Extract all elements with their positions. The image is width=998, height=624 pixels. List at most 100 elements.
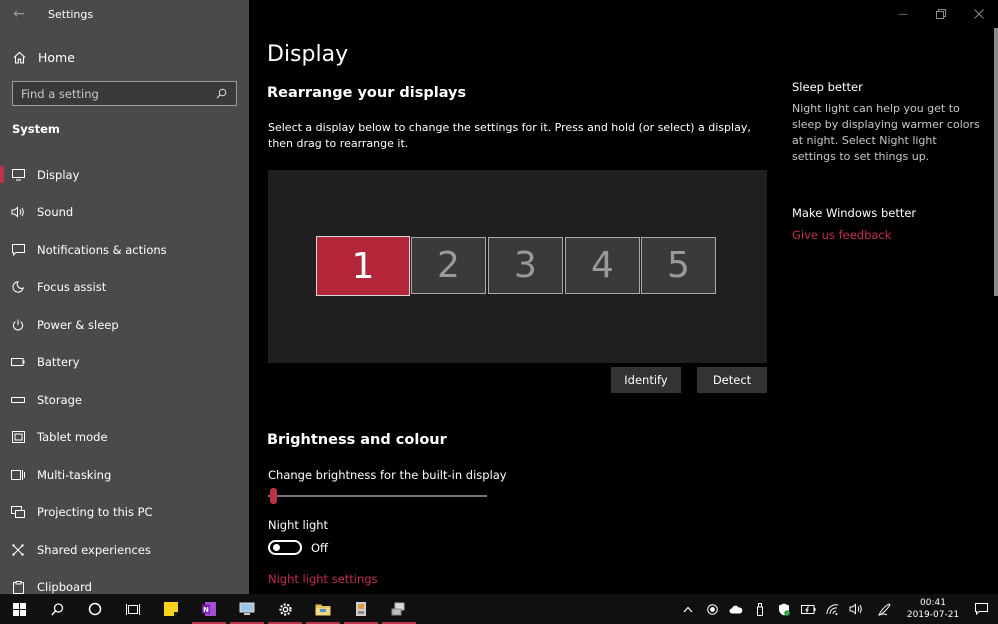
security-shield-icon[interactable] (772, 594, 796, 624)
sidebar-item-label: Notifications & actions (37, 242, 167, 257)
night-light-settings-link[interactable]: Night light settings (268, 572, 378, 586)
clipboard-icon (11, 580, 25, 594)
onenote-icon[interactable]: N (190, 594, 228, 624)
chevron-up-icon[interactable] (676, 594, 700, 624)
brightness-heading: Brightness and colour (267, 432, 447, 448)
moon-icon (11, 280, 25, 294)
settings-window: ← Settings Home System Display Sound (0, 0, 998, 594)
sidebar-item-shared-experiences[interactable]: Shared experiences (0, 531, 249, 569)
sticky-notes-icon[interactable] (152, 594, 190, 624)
sidebar-item-storage[interactable]: Storage (0, 381, 249, 419)
sidebar-item-label: Tablet mode (37, 430, 108, 445)
power-icon (11, 318, 25, 332)
night-light-toggle[interactable] (268, 540, 302, 555)
rearrange-description: Select a display below to change the set… (268, 121, 751, 150)
app-title: Settings (48, 7, 94, 21)
minimize-icon[interactable]: — (884, 0, 922, 28)
display-arrangement-area[interactable]: 1 2 3 4 5 (268, 170, 767, 363)
back-arrow-icon[interactable]: ← (0, 0, 38, 28)
sidebar-item-label: Multi-tasking (37, 467, 112, 482)
search-icon[interactable] (216, 88, 228, 100)
record-icon[interactable] (700, 594, 724, 624)
speaker-icon (11, 205, 25, 219)
search-input[interactable] (21, 86, 216, 101)
search-icon[interactable] (38, 594, 76, 624)
monitor-icon (11, 168, 25, 182)
sidebar-item-label: Home (38, 49, 75, 65)
monitor-3[interactable]: 3 (488, 237, 563, 294)
brightness-slider-track[interactable] (268, 495, 487, 497)
app-icon[interactable] (342, 594, 380, 624)
storage-icon (11, 393, 25, 407)
detect-button[interactable]: Detect (697, 367, 767, 393)
sidebar-item-tablet-mode[interactable]: Tablet mode (0, 419, 249, 457)
restore-icon[interactable] (922, 0, 960, 28)
sidebar-item-label: Focus assist (37, 280, 107, 295)
monitor-4[interactable]: 4 (565, 237, 640, 294)
cortana-icon[interactable] (76, 594, 114, 624)
sidebar: ← Settings Home System Display Sound (0, 0, 249, 594)
search-box[interactable] (12, 81, 237, 106)
settings-gear-icon[interactable] (266, 594, 304, 624)
feedback-link[interactable]: Give us feedback (792, 228, 891, 242)
make-windows-better-heading: Make Windows better (792, 206, 917, 220)
battery-charging-icon[interactable] (796, 594, 820, 624)
clock-time: 00:41 (920, 598, 946, 608)
sidebar-item-sound[interactable]: Sound (0, 194, 249, 232)
night-light-label: Night light (268, 518, 329, 532)
action-center-icon[interactable] (964, 594, 998, 624)
brightness-slider-label: Change brightness for the built-in displ… (268, 468, 507, 482)
windows-start-icon[interactable] (0, 594, 38, 624)
sidebar-nav: Display Sound Notifications & actions Fo… (0, 156, 249, 606)
tablet-icon (11, 430, 25, 444)
main-content: — Display Rearrange your displays Select… (249, 0, 998, 594)
sidebar-item-label: Sound (37, 205, 74, 220)
sidebar-item-label: Power & sleep (37, 317, 119, 332)
wifi-icon[interactable] (820, 594, 844, 624)
multitask-icon (11, 468, 25, 482)
sidebar-item-label: Storage (37, 392, 82, 407)
system-tray: 00:41 2019-07-21 (676, 594, 998, 624)
project-icon (11, 505, 25, 519)
network-device-icon[interactable] (380, 594, 418, 624)
night-light-state: Off (311, 541, 328, 555)
sidebar-item-power-sleep[interactable]: Power & sleep (0, 306, 249, 344)
sidebar-item-notifications[interactable]: Notifications & actions (0, 231, 249, 269)
sidebar-item-display[interactable]: Display (0, 156, 249, 194)
window-controls: — (884, 0, 998, 28)
sidebar-item-home[interactable]: Home (0, 44, 249, 70)
onedrive-cloud-icon[interactable] (724, 594, 748, 624)
sidebar-item-battery[interactable]: Battery (0, 344, 249, 382)
sidebar-item-label: Projecting to this PC (37, 505, 153, 520)
clock-date: 2019-07-21 (906, 610, 960, 620)
clock[interactable]: 00:41 2019-07-21 (902, 597, 964, 621)
sidebar-item-multitasking[interactable]: Multi-tasking (0, 456, 249, 494)
monitor-5[interactable]: 5 (641, 237, 716, 294)
task-view-icon[interactable] (114, 594, 152, 624)
title-bar: ← Settings (0, 0, 249, 28)
toggle-knob (273, 544, 280, 551)
remote-desktop-icon[interactable] (228, 594, 266, 624)
svg-text:N: N (203, 606, 209, 614)
sidebar-item-projecting[interactable]: Projecting to this PC (0, 494, 249, 532)
sleep-better-heading: Sleep better (792, 80, 863, 94)
file-explorer-icon[interactable] (304, 594, 342, 624)
sidebar-item-label: Clipboard (37, 580, 92, 595)
notification-icon (11, 243, 25, 257)
rearrange-heading: Rearrange your displays (267, 85, 467, 101)
monitor-2[interactable]: 2 (411, 237, 486, 294)
close-icon[interactable] (960, 0, 998, 28)
monitor-1[interactable]: 1 (316, 236, 410, 296)
battery-icon (11, 355, 25, 369)
brightness-slider-thumb[interactable] (270, 488, 278, 504)
usb-drive-icon[interactable] (748, 594, 772, 624)
sidebar-item-focus-assist[interactable]: Focus assist (0, 269, 249, 307)
scrollbar[interactable] (994, 28, 998, 296)
sidebar-item-label: Shared experiences (37, 542, 151, 557)
pen-ink-icon[interactable] (868, 594, 902, 624)
taskbar: N 00:41 2019-07-21 (0, 594, 998, 624)
identify-button[interactable]: Identify (611, 367, 681, 393)
sidebar-item-label: Display (37, 167, 80, 182)
volume-icon[interactable] (844, 594, 868, 624)
home-icon (12, 50, 26, 64)
